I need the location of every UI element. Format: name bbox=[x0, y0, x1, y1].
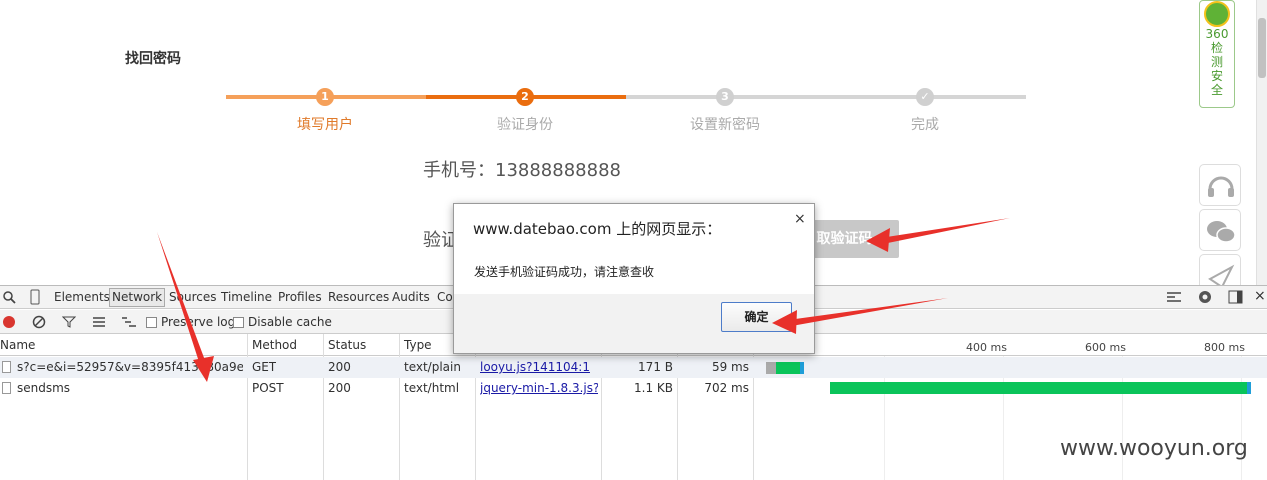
tab-resources[interactable]: Resources bbox=[328, 290, 389, 304]
dock-side-icon[interactable] bbox=[1228, 290, 1243, 304]
tab-timeline[interactable]: Timeline bbox=[221, 290, 272, 304]
step-4-label: 完成 bbox=[911, 117, 939, 133]
phone-number-text: 手机号：13888888888 bbox=[423, 160, 621, 181]
request-type: text/plain bbox=[404, 360, 461, 374]
tab-network[interactable]: Network bbox=[109, 288, 166, 307]
waterfall-bar bbox=[776, 362, 800, 374]
page-title: 找回密码 bbox=[125, 51, 181, 67]
request-type: text/html bbox=[404, 381, 460, 395]
column-divider bbox=[601, 334, 602, 480]
step-3-label: 设置新密码 bbox=[690, 117, 760, 133]
clear-icon[interactable] bbox=[32, 315, 46, 329]
list-view-icon[interactable] bbox=[92, 316, 106, 328]
badge-line: 检 bbox=[1210, 41, 1223, 55]
360-logo-icon bbox=[1204, 1, 1230, 27]
badge-line: 测 bbox=[1210, 55, 1223, 69]
headset-icon bbox=[1208, 176, 1234, 197]
disable-cache-label: Disable cache bbox=[248, 315, 332, 329]
overview-icon[interactable] bbox=[121, 316, 137, 328]
request-row[interactable]: s?c=e&i=52957&v=8395f413080a9e8b5e... GE… bbox=[0, 357, 1267, 378]
request-name: s?c=e&i=52957&v=8395f413080a9e8b5e... bbox=[17, 360, 243, 374]
request-status: 200 bbox=[328, 360, 351, 374]
timeline-tick: 800 ms bbox=[1204, 341, 1245, 354]
column-divider bbox=[677, 334, 678, 480]
settings-gear-icon[interactable] bbox=[1197, 289, 1213, 305]
alert-dialog: www.datebao.com 上的网页显示： × 发送手机验证码成功，请注意查… bbox=[453, 203, 815, 354]
tab-console[interactable]: Co bbox=[437, 290, 453, 304]
column-divider bbox=[399, 334, 400, 480]
col-status-header[interactable]: Status bbox=[328, 338, 366, 352]
col-name-header[interactable]: Name bbox=[0, 338, 35, 352]
step-track-todo bbox=[626, 95, 1026, 99]
close-devtools-icon[interactable]: × bbox=[1254, 288, 1266, 304]
badge-line: 360 bbox=[1205, 27, 1229, 41]
badge-line: 全 bbox=[1210, 83, 1223, 97]
request-status: 200 bbox=[328, 381, 351, 395]
wechat-icon bbox=[1207, 221, 1236, 243]
dialog-footer: 确定 bbox=[454, 294, 814, 353]
waterfall-download-bar bbox=[800, 362, 804, 374]
dialog-header: www.datebao.com 上的网页显示： × bbox=[454, 204, 814, 248]
col-type-header[interactable]: Type bbox=[404, 338, 432, 352]
close-icon[interactable]: × bbox=[794, 211, 806, 227]
inspect-search-icon[interactable] bbox=[3, 291, 16, 304]
step-1-circle: 1 bbox=[316, 88, 334, 106]
customer-service-button[interactable] bbox=[1199, 164, 1241, 206]
step-4-circle: ✓ bbox=[916, 88, 934, 106]
dialog-title: www.datebao.com 上的网页显示： bbox=[473, 220, 722, 238]
ok-button[interactable]: 确定 bbox=[721, 302, 792, 332]
column-divider bbox=[475, 334, 476, 480]
wechat-button[interactable] bbox=[1199, 209, 1241, 251]
request-time: 702 ms bbox=[704, 381, 749, 395]
step-2-label: 验证身份 bbox=[497, 117, 553, 133]
timeline-tick: 600 ms bbox=[1085, 341, 1126, 354]
filter-icon[interactable] bbox=[62, 316, 76, 328]
paper-plane-icon bbox=[1208, 264, 1235, 285]
preserve-log-checkbox[interactable] bbox=[146, 317, 157, 328]
request-size: 171 B bbox=[638, 360, 673, 374]
step-1-label: 填写用户 bbox=[297, 117, 353, 133]
request-method: POST bbox=[252, 381, 284, 395]
request-time: 59 ms bbox=[711, 360, 749, 374]
tab-profiles[interactable]: Profiles bbox=[278, 290, 322, 304]
request-initiator-link[interactable]: looyu.js?141104:1 bbox=[480, 360, 598, 374]
waterfall-download-bar bbox=[1247, 382, 1251, 394]
tab-sources[interactable]: Sources bbox=[169, 290, 216, 304]
record-icon[interactable] bbox=[3, 316, 15, 328]
file-icon bbox=[2, 382, 11, 394]
column-divider bbox=[753, 334, 754, 480]
badge-line: 安 bbox=[1210, 69, 1223, 83]
device-mode-icon[interactable] bbox=[30, 289, 40, 305]
step-3-circle: 3 bbox=[716, 88, 734, 106]
file-icon bbox=[2, 361, 11, 373]
preserve-log-label: Preserve log bbox=[161, 315, 236, 329]
360-safety-badge[interactable]: 360 检 测 安 全 bbox=[1199, 0, 1235, 108]
dialog-message: 发送手机验证码成功，请注意查收 bbox=[474, 265, 655, 279]
column-divider bbox=[247, 334, 248, 480]
waterfall-wait-bar bbox=[766, 362, 776, 374]
col-method-header[interactable]: Method bbox=[252, 338, 297, 352]
waterfall-bar bbox=[830, 382, 1247, 394]
scrollbar-thumb[interactable] bbox=[1258, 18, 1266, 78]
request-method: GET bbox=[252, 360, 277, 374]
request-size: 1.1 KB bbox=[634, 381, 673, 395]
page-scrollbar[interactable] bbox=[1256, 0, 1267, 285]
tab-elements[interactable]: Elements bbox=[54, 290, 110, 304]
watermark-text: www.wooyun.org bbox=[1060, 436, 1248, 461]
console-drawer-icon[interactable] bbox=[1166, 291, 1182, 304]
step-2-circle: 2 bbox=[516, 88, 534, 106]
request-initiator-link[interactable]: jquery-min-1.8.3.js?... bbox=[480, 381, 598, 395]
request-name: sendsms bbox=[17, 381, 71, 395]
request-row[interactable]: sendsms POST 200 text/html jquery-min-1.… bbox=[0, 378, 1267, 399]
dialog-body: 发送手机验证码成功，请注意查收 bbox=[454, 248, 814, 294]
timeline-tick: 400 ms bbox=[966, 341, 1007, 354]
disable-cache-checkbox[interactable] bbox=[233, 317, 244, 328]
column-divider bbox=[323, 334, 324, 480]
tab-audits[interactable]: Audits bbox=[392, 290, 430, 304]
feedback-button[interactable] bbox=[1199, 254, 1241, 285]
